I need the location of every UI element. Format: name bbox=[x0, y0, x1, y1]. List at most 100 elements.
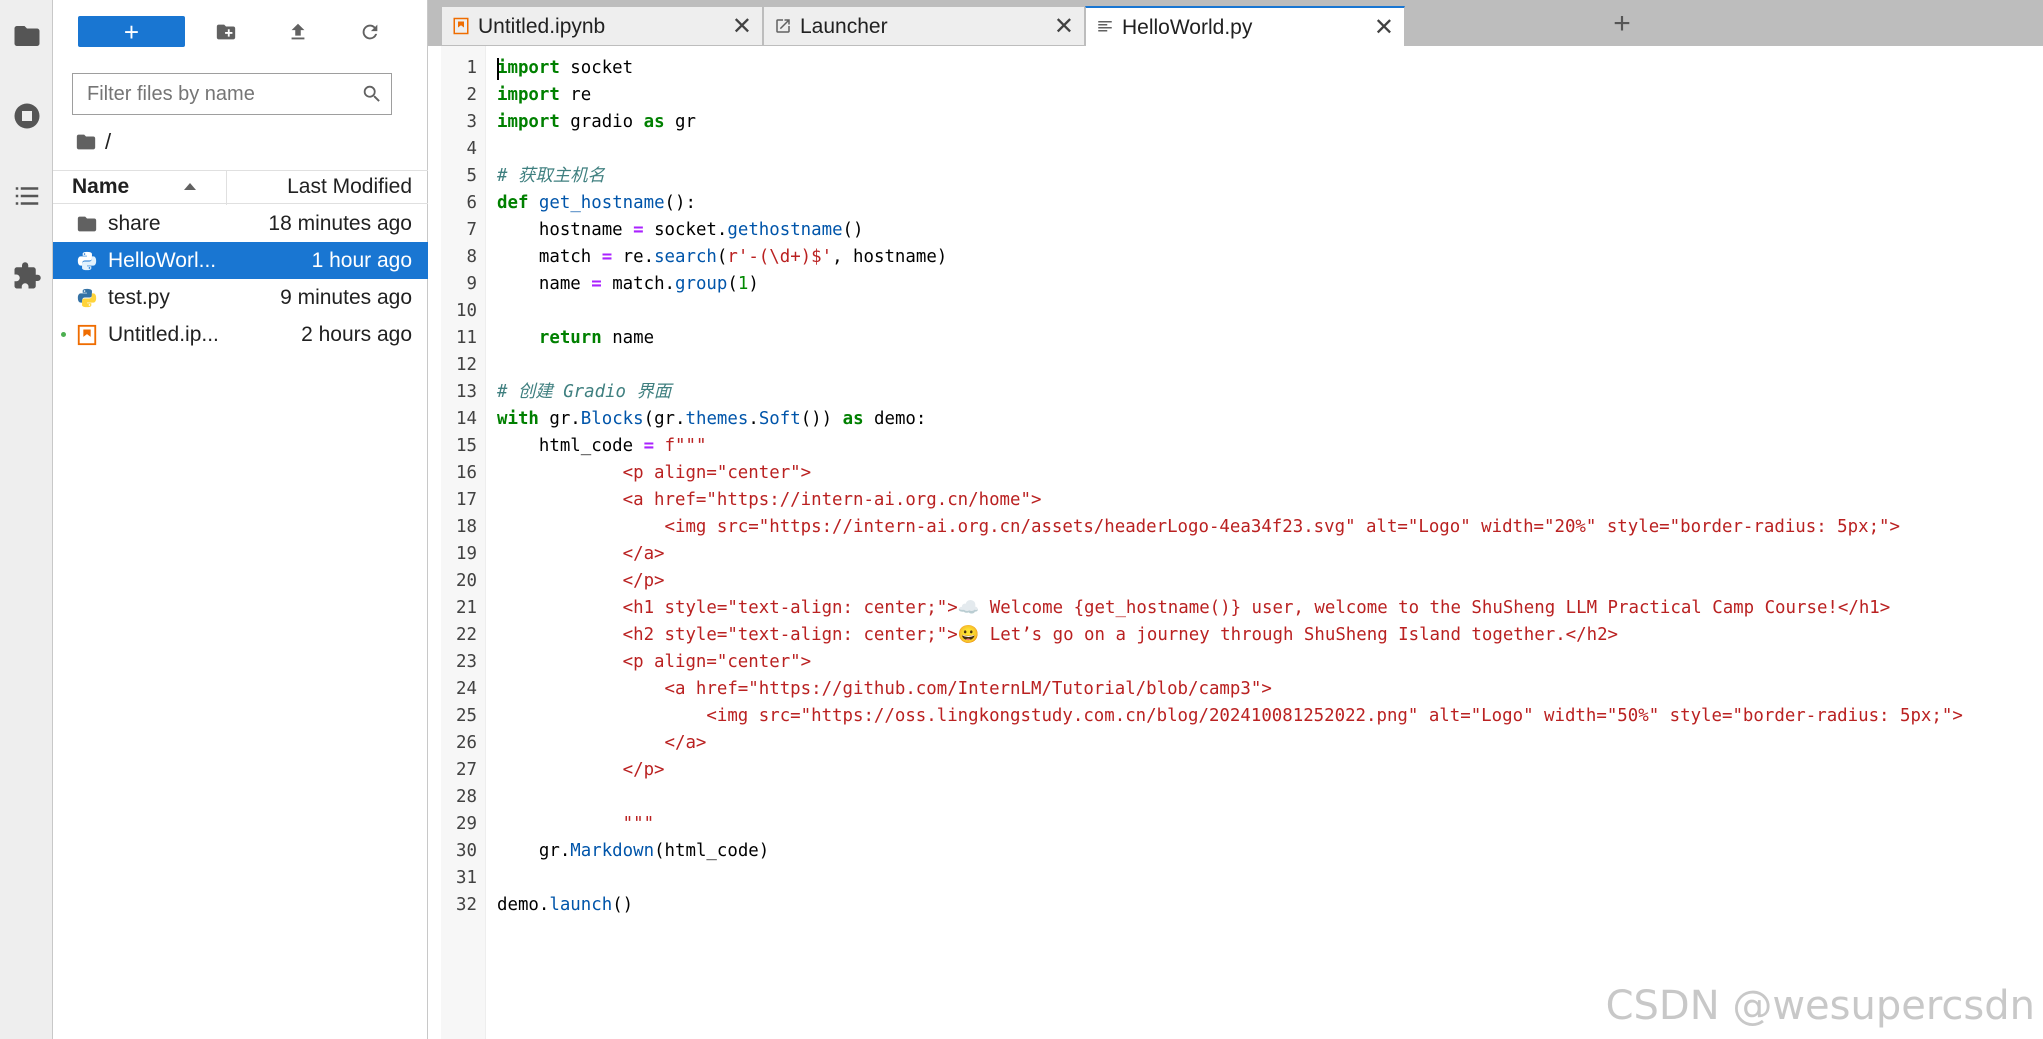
code-line[interactable]: 21 <h1 style="text-align: center;">☁️ We… bbox=[441, 595, 2041, 622]
line-number: 27 bbox=[456, 760, 477, 780]
code-text: return name bbox=[538, 328, 655, 348]
breadcrumb-root[interactable]: / bbox=[105, 129, 111, 155]
column-divider bbox=[226, 171, 227, 205]
code-line[interactable]: 9 name = match.group(1) bbox=[441, 271, 2041, 298]
code-line[interactable]: 31 bbox=[441, 865, 2041, 892]
code-line[interactable]: 23 <p align="center"> bbox=[441, 649, 2041, 676]
code-text: <img src="https://oss.lingkongstudy.com.… bbox=[497, 706, 1963, 726]
modified-column-header[interactable]: Last Modified bbox=[287, 175, 412, 199]
watermark: CSDN @wesupercsdn bbox=[1605, 983, 2035, 1029]
line-number: 14 bbox=[456, 409, 477, 429]
folder-icon bbox=[14, 26, 39, 46]
running-indicator bbox=[61, 332, 66, 337]
name-column-header[interactable]: Name bbox=[72, 175, 129, 199]
filter-files-input[interactable] bbox=[73, 74, 357, 114]
refresh-button[interactable] bbox=[353, 16, 387, 48]
file-browser-panel: + / Name Last Modified share 18 minutes … bbox=[53, 0, 428, 1039]
new-folder-button[interactable] bbox=[209, 16, 243, 48]
folder-icon bbox=[77, 216, 97, 232]
file-row-test[interactable]: test.py 9 minutes ago bbox=[53, 279, 428, 316]
tab-launcher[interactable]: Launcher ✕ bbox=[763, 6, 1085, 46]
file-browser-toolbar: + bbox=[53, 0, 428, 62]
text-file-icon bbox=[1098, 21, 1112, 32]
code-line[interactable]: 28 bbox=[441, 784, 2041, 811]
python-icon bbox=[77, 251, 97, 271]
extensions-tab[interactable] bbox=[0, 246, 53, 306]
code-line[interactable]: 6 def get_hostname(): bbox=[441, 190, 2041, 217]
code-text: import socket bbox=[497, 58, 634, 78]
line-number: 29 bbox=[456, 814, 477, 834]
code-text: <p align="center"> bbox=[497, 652, 812, 672]
code-line[interactable]: 7 hostname = socket.gethostname() bbox=[441, 217, 2041, 244]
code-line[interactable]: 3 import gradio as gr bbox=[441, 109, 2041, 136]
code-text: with gr.Blocks(gr.themes.Soft()) as demo… bbox=[497, 409, 927, 429]
file-browser-tab[interactable] bbox=[0, 6, 53, 66]
line-number: 24 bbox=[456, 679, 477, 699]
breadcrumb[interactable]: / bbox=[75, 128, 111, 156]
code-line[interactable]: 14 with gr.Blocks(gr.themes.Soft()) as de… bbox=[441, 406, 2041, 433]
code-text: # 获取主机名 bbox=[497, 166, 605, 186]
notebook-icon bbox=[77, 324, 97, 346]
code-line[interactable]: 20 </p> bbox=[441, 568, 2041, 595]
code-text: import re bbox=[497, 85, 592, 105]
code-line[interactable]: 10 bbox=[441, 298, 2041, 325]
file-modified: 1 hour ago bbox=[311, 249, 412, 272]
line-number: 12 bbox=[456, 355, 477, 375]
code-line[interactable]: 29 """ bbox=[441, 811, 2041, 838]
code-line[interactable]: 19 </a> bbox=[441, 541, 2041, 568]
code-line[interactable]: 8 match = re.search(r'-(\d+)$', hostname… bbox=[441, 244, 2041, 271]
close-icon[interactable]: ✕ bbox=[1054, 12, 1074, 41]
code-line[interactable]: 11 return name bbox=[441, 325, 2041, 352]
code-line[interactable]: 27 </p> bbox=[441, 757, 2041, 784]
code-line[interactable]: 15 html_code = f""" bbox=[441, 433, 2041, 460]
line-number: 7 bbox=[466, 220, 477, 240]
file-row-helloworld[interactable]: HelloWorl... 1 hour ago bbox=[53, 242, 428, 279]
code-line[interactable]: 16 <p align="center"> bbox=[441, 460, 2041, 487]
line-number: 9 bbox=[466, 274, 477, 294]
code-text: <a href="https://intern-ai.org.cn/home"> bbox=[497, 490, 1042, 510]
tab-bar: Untitled.ipynb ✕ Launcher ✕ HelloWorld.p… bbox=[428, 0, 2043, 47]
code-line[interactable]: 32 demo.launch() bbox=[441, 892, 2041, 919]
code-line[interactable]: 4 bbox=[441, 136, 2041, 163]
code-line[interactable]: 30 gr.Markdown(html_code) bbox=[441, 838, 2041, 865]
add-tab-button[interactable]: + bbox=[1606, 9, 1638, 43]
file-name: test.py bbox=[108, 286, 170, 309]
code-line[interactable]: 2 import re bbox=[441, 82, 2041, 109]
line-number: 18 bbox=[456, 517, 477, 537]
new-launcher-button[interactable]: + bbox=[78, 16, 185, 47]
text-cursor bbox=[497, 58, 499, 80]
line-number: 15 bbox=[456, 436, 477, 456]
code-line[interactable]: 5 # 获取主机名 bbox=[441, 163, 2041, 190]
tab-untitled-ipynb[interactable]: Untitled.ipynb ✕ bbox=[441, 6, 763, 46]
toc-tab[interactable] bbox=[0, 166, 53, 226]
code-line[interactable]: 1 import socket bbox=[441, 55, 2041, 82]
line-number: 30 bbox=[456, 841, 477, 861]
code-line[interactable]: 26 </a> bbox=[441, 730, 2041, 757]
tab-helloworld-py[interactable]: HelloWorld.py ✕ bbox=[1085, 6, 1405, 47]
file-row-share[interactable]: share 18 minutes ago bbox=[53, 205, 428, 242]
code-editor[interactable]: 1 import socket 2 import re 3 import gradio a… bbox=[441, 46, 2043, 1039]
folder-icon bbox=[76, 134, 96, 150]
code-line[interactable]: 22 <h2 style="text-align: center;">😀 Let… bbox=[441, 622, 2041, 649]
code-text: hostname = socket.gethostname() bbox=[497, 220, 864, 240]
file-row-untitled[interactable]: Untitled.ip... 2 hours ago bbox=[53, 316, 428, 353]
file-name: HelloWorl... bbox=[108, 249, 217, 272]
code-text: html_code = f""" bbox=[497, 436, 707, 456]
running-tab[interactable] bbox=[0, 86, 53, 146]
close-icon[interactable]: ✕ bbox=[732, 12, 752, 41]
code-line[interactable]: 12 bbox=[441, 352, 2041, 379]
file-modified: 9 minutes ago bbox=[280, 286, 412, 309]
code-text: import gradio as gr bbox=[497, 112, 696, 132]
line-number: 8 bbox=[466, 247, 477, 267]
code-line[interactable]: 24 <a href="https://github.com/InternLM/… bbox=[441, 676, 2041, 703]
search-icon bbox=[363, 85, 380, 102]
upload-button[interactable] bbox=[281, 16, 315, 48]
code-line[interactable]: 18 <img src="https://intern-ai.org.cn/as… bbox=[441, 514, 2041, 541]
code-line[interactable]: 25 <img src="https://oss.lingkongstudy.c… bbox=[441, 703, 2041, 730]
close-icon[interactable]: ✕ bbox=[1374, 13, 1394, 42]
code-text: <a href="https://github.com/InternLM/Tut… bbox=[497, 679, 1272, 699]
code-line[interactable]: 13 # 创建 Gradio 界面 bbox=[441, 379, 2041, 406]
puzzle-icon bbox=[14, 262, 41, 289]
new-folder-icon bbox=[216, 24, 236, 40]
code-line[interactable]: 17 <a href="https://intern-ai.org.cn/hom… bbox=[441, 487, 2041, 514]
